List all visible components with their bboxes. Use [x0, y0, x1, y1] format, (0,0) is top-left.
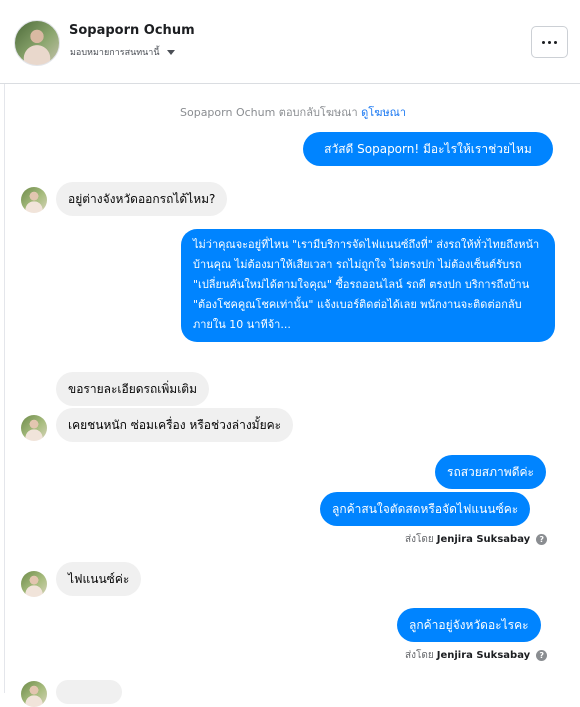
- message-outgoing[interactable]: สวัสดี Sopaporn! มีอะไรให้เราช่วยไหม: [303, 132, 553, 166]
- sender-avatar: [21, 571, 47, 597]
- contact-name[interactable]: Sopaporn Ochum: [69, 23, 195, 38]
- sender-avatar: [21, 415, 47, 441]
- message-outgoing[interactable]: รถสวยสภาพดีค่ะ: [435, 455, 546, 489]
- more-dot: [548, 40, 551, 44]
- message-incoming[interactable]: อยู่ต่างจังหวัดออกรถได้ไหม?: [56, 182, 228, 216]
- assign-conversation-label: มอบหมายการสนทนานี้: [70, 48, 160, 58]
- message-thread[interactable]: Sopaporn Ochum ตอบกลับโฆษณา ดูโฆษณา สวัส…: [4, 84, 580, 707]
- message-outgoing[interactable]: ไม่ว่าคุณจะอยู่ที่ไหน "เรามีบริการจัดไฟแ…: [181, 229, 555, 342]
- more-options-button[interactable]: [531, 26, 568, 58]
- sent-by-label: ส่งโดย Jenjira Suksabay ?: [405, 648, 548, 663]
- more-dot: [542, 40, 545, 44]
- caret-down-icon: [166, 49, 175, 55]
- sent-by-prefix: ส่งโดย: [405, 534, 434, 545]
- sender-avatar: [21, 681, 47, 707]
- sent-by-prefix: ส่งโดย: [405, 650, 434, 661]
- view-ad-link[interactable]: ดูโฆษณา: [361, 106, 406, 119]
- message-incoming[interactable]: ขอรายละเอียดรถเพิ่มเติม: [56, 372, 209, 406]
- contact-avatar[interactable]: [14, 20, 60, 66]
- ad-reply-note: Sopaporn Ochum ตอบกลับโฆษณา ดูโฆษณา: [5, 103, 580, 121]
- sender-avatar: [21, 187, 47, 213]
- message-incoming-partial[interactable]: [56, 680, 122, 704]
- more-dot: [554, 40, 557, 44]
- message-outgoing[interactable]: ลูกค้าอยู่จังหวัดอะไรคะ: [397, 608, 541, 642]
- message-incoming[interactable]: เคยชนหนัก ซ่อมเครื่อง หรือช่วงล่างมั้ยคะ: [56, 408, 294, 442]
- assign-conversation-dropdown[interactable]: มอบหมายการสนทนานี้: [70, 45, 175, 59]
- sent-by-label: ส่งโดย Jenjira Suksabay ?: [405, 532, 548, 547]
- ad-reply-text: Sopaporn Ochum ตอบกลับโฆษณา: [180, 106, 358, 119]
- message-outgoing[interactable]: ลูกค้าสนใจตัดสดหรือจัดไฟแนนซ์คะ: [320, 492, 531, 526]
- sent-by-agent[interactable]: Jenjira Suksabay: [437, 534, 530, 545]
- help-icon[interactable]: ?: [536, 650, 548, 661]
- sent-by-agent[interactable]: Jenjira Suksabay: [437, 650, 530, 661]
- message-incoming[interactable]: ไฟแนนซ์ค่ะ: [56, 562, 142, 596]
- help-icon[interactable]: ?: [536, 534, 548, 545]
- conversation-header: Sopaporn Ochum มอบหมายการสนทนานี้: [0, 0, 580, 84]
